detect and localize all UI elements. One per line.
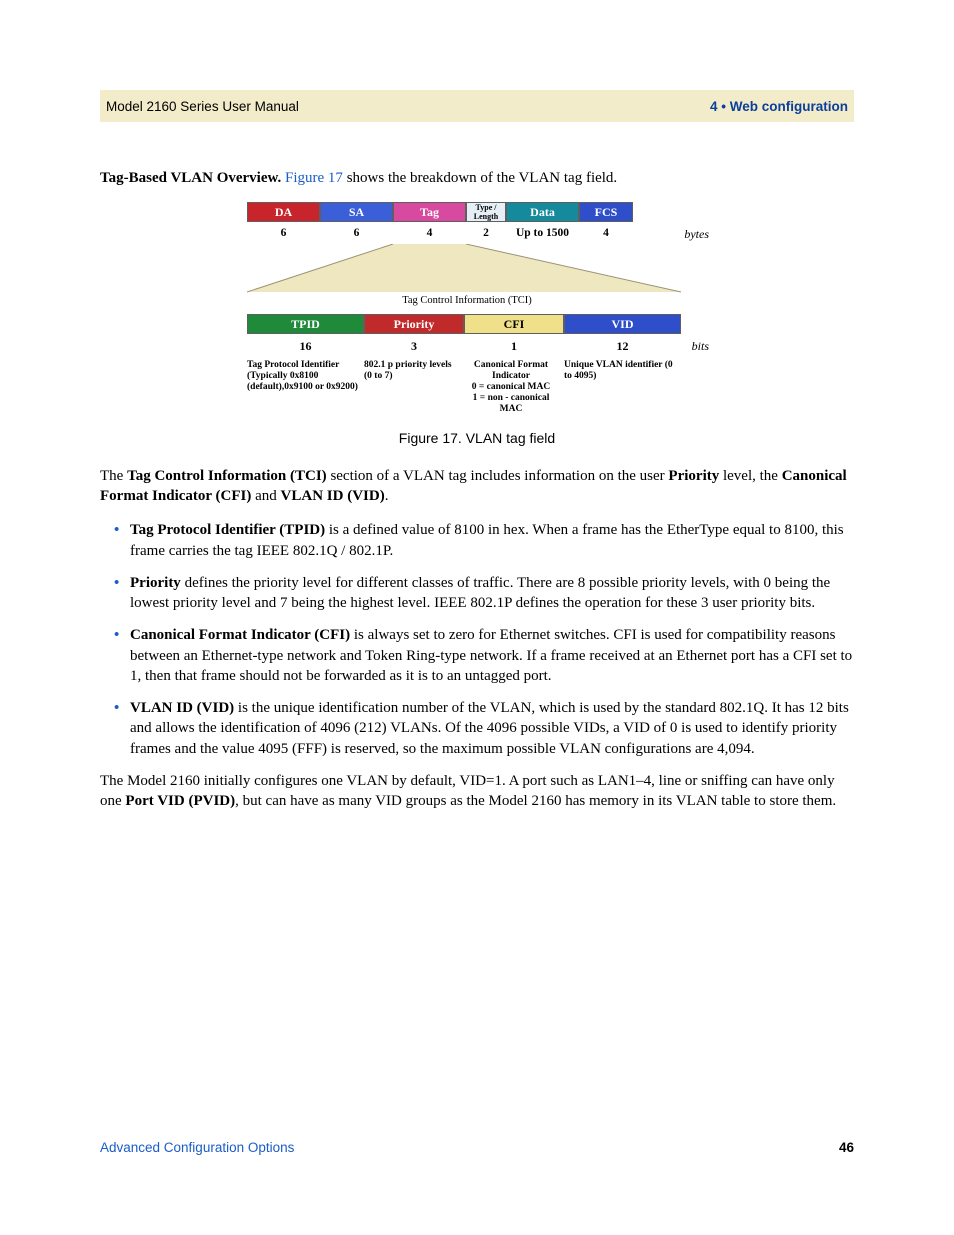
final-paragraph: The Model 2160 initially configures one … xyxy=(100,771,854,812)
figure-vlan-tag-field: DA SA Tag Type / Length Data FCS bytes 6… xyxy=(247,202,707,415)
size-fcs: 4 xyxy=(579,226,633,242)
size-data: Up to 1500 xyxy=(506,226,579,242)
box-da: DA xyxy=(247,202,320,222)
page-number: 46 xyxy=(839,1140,854,1155)
page-footer: Advanced Configuration Options 46 xyxy=(100,1140,854,1155)
bullet-list: Tag Protocol Identifier (TPID) is a defi… xyxy=(100,520,854,759)
footer-section: Advanced Configuration Options xyxy=(100,1140,294,1155)
text: , but can have as many VID groups as the… xyxy=(235,793,836,809)
box-type-length: Type / Length xyxy=(466,202,506,222)
text-bold: Port VID (PVID) xyxy=(125,793,235,809)
box-sa: SA xyxy=(320,202,393,222)
header-right: 4 • Web configuration xyxy=(710,99,848,114)
size-tl: 2 xyxy=(466,226,506,242)
tci-paragraph: The Tag Control Information (TCI) sectio… xyxy=(100,466,854,507)
tci-row: TPID Priority CFI VID bits xyxy=(247,314,707,334)
text-bold: VLAN ID (VID) xyxy=(281,488,385,504)
box-cfi: CFI xyxy=(464,314,564,334)
size-da: 6 xyxy=(247,226,320,242)
bytes-label: bytes xyxy=(684,226,709,242)
box-vid: VID xyxy=(564,314,681,334)
text: level, the xyxy=(719,468,781,484)
figure-caption: Figure 17. VLAN tag field xyxy=(100,429,854,448)
tag-expansion-connector: Tag Control Information (TCI) xyxy=(247,244,707,302)
header-left: Model 2160 Series User Manual xyxy=(106,99,299,114)
intro-paragraph: Tag-Based VLAN Overview. Figure 17 shows… xyxy=(100,168,854,188)
tci-sizes: 16 3 1 12 xyxy=(247,338,707,354)
frame-row: DA SA Tag Type / Length Data FCS bytes xyxy=(247,202,707,222)
bullet-cfi-term: Canonical Format Indicator (CFI) xyxy=(130,627,350,643)
bullet-vid-text: is the unique identification number of t… xyxy=(130,700,849,757)
desc-tpid: Tag Protocol Identifier (Typically 0x810… xyxy=(247,360,358,392)
bullet-tpid-term: Tag Protocol Identifier (TPID) xyxy=(130,522,325,538)
list-item: VLAN ID (VID) is the unique identificati… xyxy=(100,698,854,759)
intro-tail: shows the breakdown of the VLAN tag fiel… xyxy=(343,170,617,186)
tci-label: Tag Control Information (TCI) xyxy=(247,294,687,308)
box-data: Data xyxy=(506,202,579,222)
intro-lead: Tag-Based VLAN Overview. xyxy=(100,170,285,186)
desc-cfi: Canonical Format Indicator 0 = canonical… xyxy=(472,360,551,414)
bullet-vid-term: VLAN ID (VID) xyxy=(130,700,234,716)
figure-17-link[interactable]: Figure 17 xyxy=(285,170,343,186)
list-item: Canonical Format Indicator (CFI) is alwa… xyxy=(100,625,854,686)
text: and xyxy=(251,488,280,504)
size-tpid: 16 xyxy=(247,338,364,354)
bullet-priority-text: defines the priority level for different… xyxy=(130,575,830,611)
box-tag: Tag xyxy=(393,202,466,222)
size-vid: 12 xyxy=(564,338,681,354)
page-header: Model 2160 Series User Manual 4 • Web co… xyxy=(100,90,854,122)
desc-vid: Unique VLAN identifier (0 to 4095) xyxy=(564,360,673,381)
bits-label: bits xyxy=(692,338,709,354)
size-prio: 3 xyxy=(364,338,464,354)
list-item: Tag Protocol Identifier (TPID) is a defi… xyxy=(100,520,854,561)
text: section of a VLAN tag includes informati… xyxy=(327,468,669,484)
box-tpid: TPID xyxy=(247,314,364,334)
size-cfi: 1 xyxy=(464,338,564,354)
size-sa: 6 xyxy=(320,226,393,242)
desc-prio: 802.1 p priority levels (0 to 7) xyxy=(364,360,452,381)
text-bold: Tag Control Information (TCI) xyxy=(127,468,327,484)
box-priority: Priority xyxy=(364,314,464,334)
text: . xyxy=(385,488,389,504)
text: The xyxy=(100,468,127,484)
size-tag: 4 xyxy=(393,226,466,242)
box-fcs: FCS xyxy=(579,202,633,222)
frame-sizes: 6 6 4 2 Up to 1500 4 xyxy=(247,226,707,242)
text-bold: Priority xyxy=(668,468,719,484)
bullet-priority-term: Priority xyxy=(130,575,181,591)
tci-descriptions: Tag Protocol Identifier (Typically 0x810… xyxy=(247,360,707,415)
list-item: Priority defines the priority level for … xyxy=(100,573,854,614)
